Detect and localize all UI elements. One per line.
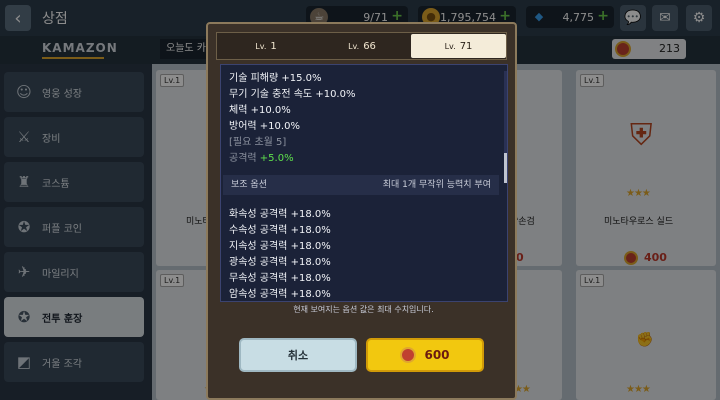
requirement-line: [필요 초월 5] bbox=[229, 137, 287, 148]
stat-line: 기술 피해량 +15.0% bbox=[229, 73, 322, 84]
scrollbar-thumb[interactable] bbox=[504, 153, 507, 183]
max-value-note: 현재 보여지는 옵션 값은 최대 수치입니다. bbox=[293, 305, 434, 314]
sub-stat-line: 광속성 공격력 +18.0% bbox=[229, 257, 331, 268]
stat-line: 체력 +10.0% bbox=[229, 105, 291, 116]
sub-stat-line: 암속성 공격력 +18.0% bbox=[229, 289, 331, 300]
sub-options-header: 보조 옵션 최대 1개 무작위 능력치 부여 bbox=[223, 175, 499, 195]
stat-line: 공격력 +5.0% bbox=[229, 153, 294, 164]
tab-lv66[interactable]: Lv. 66 bbox=[314, 34, 410, 58]
stat-line: 무기 기술 충전 속도 +10.0% bbox=[229, 89, 356, 100]
buy-button[interactable]: 600 bbox=[366, 338, 484, 372]
medal-icon bbox=[400, 347, 417, 363]
cancel-button[interactable]: 취소 bbox=[239, 338, 357, 372]
sub-stat-line: 무속성 공격력 +18.0% bbox=[229, 273, 331, 284]
tab-lv1[interactable]: Lv. 1 bbox=[218, 34, 314, 58]
sub-stat-line: 수속성 공격력 +18.0% bbox=[229, 225, 331, 236]
sub-stat-line: 화속성 공격력 +18.0% bbox=[229, 209, 331, 220]
purchase-modal: Lv. 1 Lv. 66 Lv. 71 기술 피해량 +15.0% 무기 기술 충전 … bbox=[206, 22, 517, 400]
stat-line: 방어력 +10.0% bbox=[229, 121, 300, 132]
level-tabs: Lv. 1 Lv. 66 Lv. 71 bbox=[216, 32, 507, 60]
tab-lv71[interactable]: Lv. 71 bbox=[411, 34, 506, 58]
sub-stat-line: 지속성 공격력 +18.0% bbox=[229, 241, 331, 252]
options-panel[interactable]: 기술 피해량 +15.0% 무기 기술 충전 속도 +10.0% 체력 +10.… bbox=[220, 64, 508, 302]
